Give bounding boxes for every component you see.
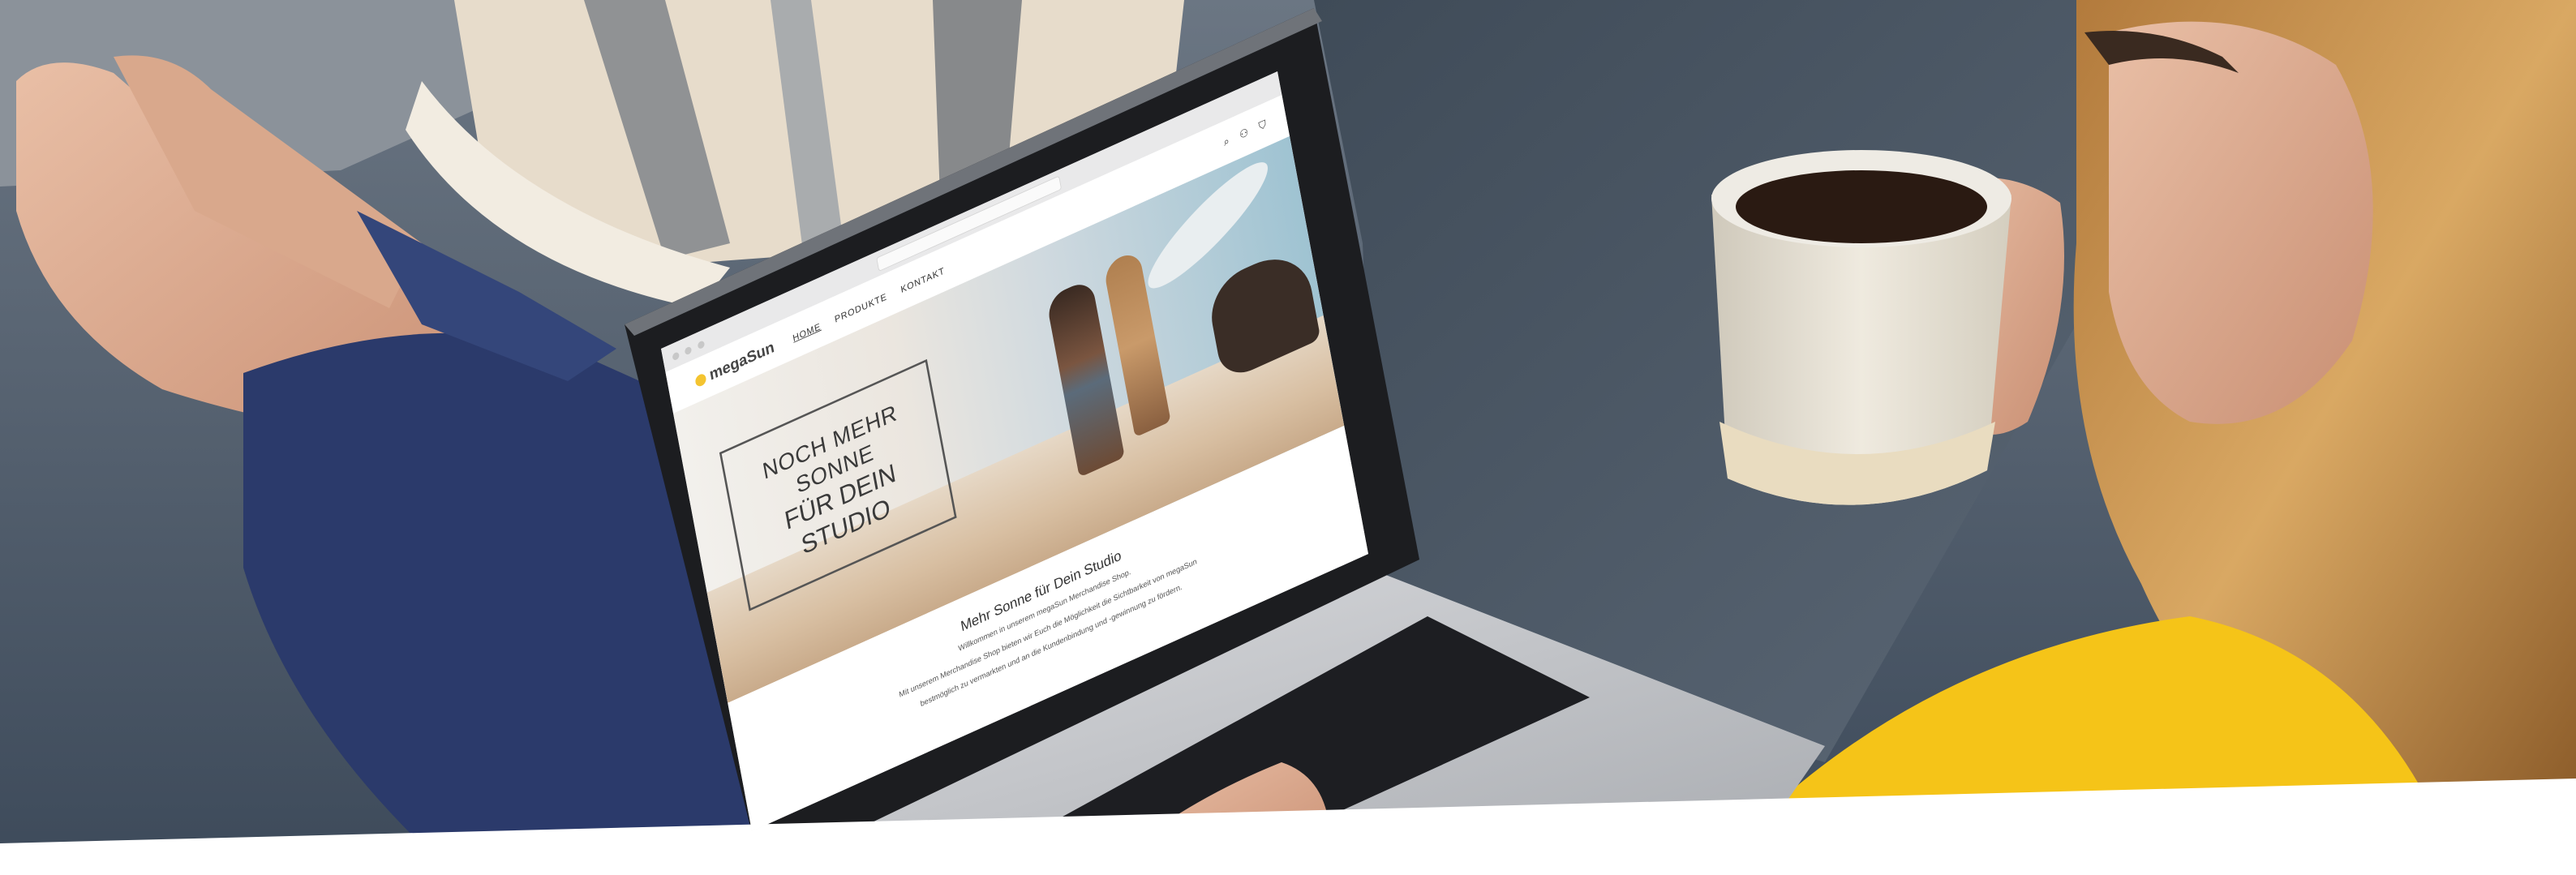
nav-home[interactable]: HOME: [792, 320, 822, 343]
minimize-dot-icon[interactable]: [685, 345, 693, 356]
close-dot-icon[interactable]: [672, 351, 680, 362]
cart-icon[interactable]: ⛉: [1258, 118, 1268, 134]
zoom-dot-icon[interactable]: [697, 340, 706, 350]
nav-kontakt[interactable]: KONTAKT: [899, 265, 945, 295]
user-icon[interactable]: ⚇: [1239, 126, 1249, 141]
coffee-mug: [1711, 150, 2011, 505]
header-icons: ⌕ ⚇ ⛉: [1215, 118, 1268, 152]
search-icon[interactable]: ⌕: [1222, 135, 1230, 148]
face: [2109, 21, 2373, 424]
sun-logo-icon: [694, 372, 707, 388]
